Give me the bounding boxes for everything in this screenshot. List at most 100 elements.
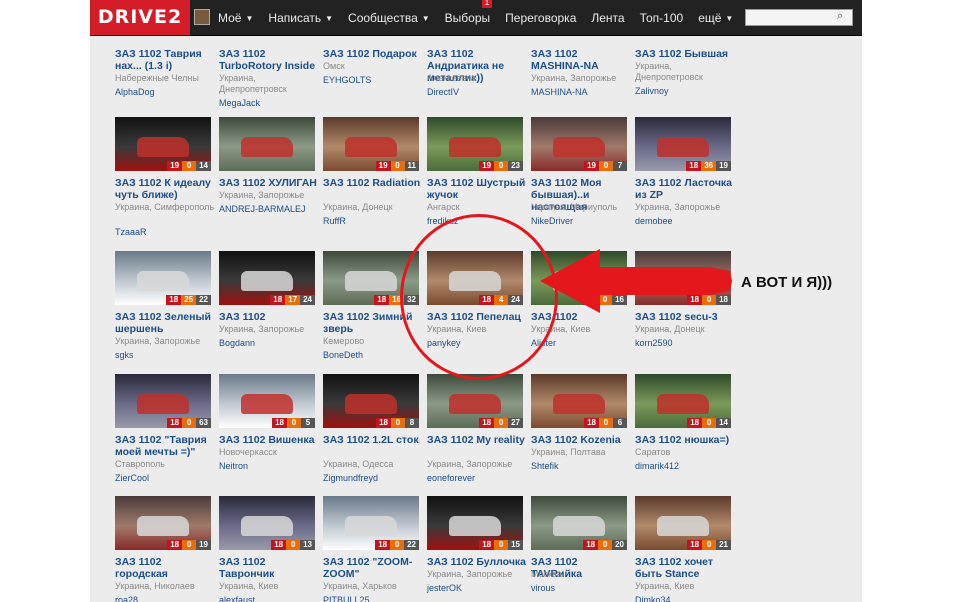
car-title[interactable]: ЗАЗ 1102 городская [115, 556, 215, 580]
car-title[interactable]: ЗАЗ 1102 [219, 311, 319, 323]
car-card[interactable]: 19 0 14 ЗАЗ 1102 К идеалу чуть ближе) Украин… [115, 117, 214, 241]
car-owner-link[interactable]: ZierCool [115, 473, 215, 484]
car-title[interactable]: ЗАЗ 1102 Таврия нах... (1.3 i) [115, 48, 215, 72]
car-owner-link[interactable]: MASHINA-NA [531, 87, 631, 98]
car-title[interactable]: ЗАЗ 1102 Шустрый жучок [427, 177, 527, 201]
car-photo[interactable]: 18 0 6 [531, 374, 627, 428]
car-title[interactable]: ЗАЗ 1102 Radiation [323, 177, 423, 189]
car-owner-link[interactable]: NikeDriver [531, 216, 631, 227]
car-owner-link[interactable]: dimarik412 [635, 461, 735, 472]
car-card[interactable]: 18 0 27 ЗАЗ 1102 My reality Украина, Запорож… [427, 374, 525, 498]
car-card[interactable]: 18 25 22 ЗАЗ 1102 Зеленый шершень Украина, З… [115, 251, 211, 375]
car-owner-link[interactable]: Bogdann [219, 338, 319, 349]
car-owner-link[interactable]: BoneDeth [323, 350, 423, 361]
car-owner-link[interactable]: demobee [635, 216, 735, 227]
car-title[interactable]: ЗАЗ 1102 Пепелац [427, 311, 527, 323]
car-card[interactable]: 18 0 15 ЗАЗ 1102 Буллочка Украина, Запорожье… [427, 496, 526, 602]
car-photo[interactable]: 18 16 32 [323, 251, 419, 305]
car-owner-link[interactable]: Shtefik [531, 461, 631, 472]
car-title[interactable]: ЗАЗ 1102 Ласточка из ZP [635, 177, 735, 201]
nav-item[interactable]: Топ-100 [640, 11, 684, 25]
car-title[interactable]: ЗАЗ 1102 Буллочка [427, 556, 527, 568]
car-title[interactable]: ЗАЗ 1102 "Таврия моей мечты =)" [115, 434, 215, 458]
car-owner-link[interactable]: RuffR [323, 216, 423, 227]
car-card[interactable]: ЗАЗ 1102 ХУЛИГАН Украина, Запорожье ANDREJ… [219, 117, 317, 241]
car-card[interactable]: 18 0 14 ЗАЗ 1102 нюшка=) Саратов dimarik412 [635, 374, 731, 498]
car-card[interactable]: 18 16 32 ЗАЗ 1102 Зимний зверь Кемерово BoneD… [323, 251, 419, 375]
car-title[interactable]: ЗАЗ 1102 "ZOOM-ZOOM" [323, 556, 423, 580]
user-avatar[interactable] [194, 9, 210, 25]
car-photo[interactable]: 18 0 27 [427, 374, 523, 428]
car-photo[interactable]: 18 4 24 [427, 251, 523, 305]
car-title[interactable]: ЗАЗ 1102 My reality [427, 434, 527, 446]
car-photo[interactable]: 18 0 22 [323, 496, 419, 550]
car-card[interactable]: 18 0 19 ЗАЗ 1102 городская Украина, Николаев… [115, 496, 211, 602]
car-photo[interactable]: 18 36 19 [635, 117, 731, 171]
car-photo[interactable]: 18 25 22 [115, 251, 211, 305]
car-card[interactable]: 18 0 22 ЗАЗ 1102 "ZOOM-ZOOM" Украина, Харько… [323, 496, 419, 602]
car-card[interactable]: 18 17 24 ЗАЗ 1102 Украина, Запорожье Bogdann [219, 251, 315, 375]
car-owner-link[interactable]: DirectIV [427, 87, 527, 98]
car-title[interactable]: ЗАЗ 1102 Kozenia [531, 434, 631, 446]
car-photo[interactable]: 18 0 13 [219, 496, 315, 550]
car-title[interactable]: ЗАЗ 1102 ХУЛИГАН [219, 177, 319, 189]
car-owner-link[interactable]: ANDREJ-BARMALEJ [219, 204, 319, 215]
car-photo[interactable]: 18 0 15 [427, 496, 523, 550]
car-owner-link[interactable]: fredikuz [427, 216, 527, 227]
nav-item[interactable]: Переговорка [505, 11, 576, 25]
car-photo[interactable]: 18 0 8 [323, 374, 419, 428]
car-card[interactable]: 18 0 8 ЗАЗ 1102 1.2L сток Украина, Одесса Zig… [323, 374, 419, 498]
nav-item[interactable]: Моё ▼ [218, 11, 253, 25]
car-owner-link[interactable]: Zigmundfreyd [323, 473, 423, 484]
car-title[interactable]: ЗАЗ 1102 1.2L сток [323, 434, 423, 446]
car-owner-link[interactable]: Neitron [219, 461, 319, 472]
car-owner-link[interactable]: roa28 [115, 595, 215, 602]
car-owner-link[interactable]: AlphaDog [115, 87, 215, 98]
car-owner-link[interactable]: MegaJack [219, 98, 319, 109]
car-card[interactable]: 18 0 5 ЗАЗ 1102 Вишенка Новочеркасск Neitron [219, 374, 315, 498]
car-card[interactable]: 18 0 6 ЗАЗ 1102 Kozenia Украина, Полтава Shte… [531, 374, 627, 498]
car-owner-link[interactable]: korn2590 [635, 338, 735, 349]
drive2-logo[interactable]: DRIVE2 [90, 0, 190, 35]
car-owner-link[interactable]: TzaaaR [115, 227, 215, 238]
car-owner-link[interactable]: eoneforever [427, 473, 527, 484]
car-photo[interactable]: 19 0 7 [531, 117, 627, 171]
car-photo[interactable]: 18 17 24 [219, 251, 315, 305]
car-photo[interactable] [219, 117, 315, 171]
car-card[interactable]: 19 0 23 ЗАЗ 1102 Шустрый жучок Ангарск fredik… [427, 117, 525, 241]
nav-item[interactable]: Сообщества ▼ [348, 11, 430, 25]
car-title[interactable]: ЗАЗ 1102 К идеалу чуть ближе) [115, 177, 215, 201]
car-photo[interactable]: 18 0 19 [115, 496, 211, 550]
car-title[interactable]: ЗАЗ 1102 Зимний зверь [323, 311, 423, 335]
car-card[interactable]: 18 0 20 ЗАЗ 1102 TAVRийка Москва virous [531, 496, 627, 602]
car-photo[interactable]: 19 0 11 [323, 117, 419, 171]
car-owner-link[interactable]: Zalivnoy [635, 86, 735, 97]
car-owner-link[interactable]: sgks [115, 350, 215, 361]
car-title[interactable]: ЗАЗ 1102 хочет быть Stance [635, 556, 735, 580]
nav-item[interactable]: Выборы 1 [445, 0, 493, 25]
car-title[interactable]: ЗАЗ 1102 MASHINA-NA [531, 48, 631, 72]
car-photo[interactable]: 18 0 5 [219, 374, 315, 428]
car-photo[interactable]: 18 0 21 [635, 496, 731, 550]
car-title[interactable]: ЗАЗ 1102 Зеленый шершень [115, 311, 215, 335]
car-card[interactable]: 19 0 7 ЗАЗ 1102 Моя бывшая)..и настоящая Укр… [531, 117, 627, 241]
car-title[interactable]: ЗАЗ 1102 Вишенка [219, 434, 319, 446]
nav-item[interactable]: Написать ▼ [268, 11, 333, 25]
car-photo[interactable]: 19 0 23 [427, 117, 523, 171]
nav-item[interactable]: ещё ▼ [698, 11, 733, 25]
car-title[interactable]: ЗАЗ 1102 Бывшая [635, 48, 735, 60]
car-card[interactable]: 18 36 19 ЗАЗ 1102 Ласточка из ZP Украина, За… [635, 117, 732, 241]
car-title[interactable]: ЗАЗ 1102 Таврончик [219, 556, 319, 580]
car-owner-link[interactable]: PITBULL25 [323, 595, 423, 602]
car-card[interactable]: 18 0 63 ЗАЗ 1102 "Таврия моей мечты =)" Став… [115, 374, 211, 498]
car-card[interactable]: 18 0 21 ЗАЗ 1102 хочет быть Stance Украина, … [635, 496, 731, 602]
car-photo[interactable]: 18 0 20 [531, 496, 627, 550]
car-card[interactable]: 19 0 11 ЗАЗ 1102 Radiation Украина, Донецк Ru… [323, 117, 420, 241]
car-owner-link[interactable]: panykey [427, 338, 527, 349]
car-owner-link[interactable]: alexfaust [219, 595, 319, 602]
search-icon[interactable]: ⌕ [837, 11, 848, 22]
car-owner-link[interactable]: EYHGOLTS [323, 75, 423, 86]
car-card[interactable]: 18 0 13 ЗАЗ 1102 Таврончик Украина, Киев alex… [219, 496, 315, 602]
car-title[interactable]: ЗАЗ 1102 Подарок [323, 48, 423, 60]
car-title[interactable]: ЗАЗ 1102 нюшка=) [635, 434, 735, 446]
